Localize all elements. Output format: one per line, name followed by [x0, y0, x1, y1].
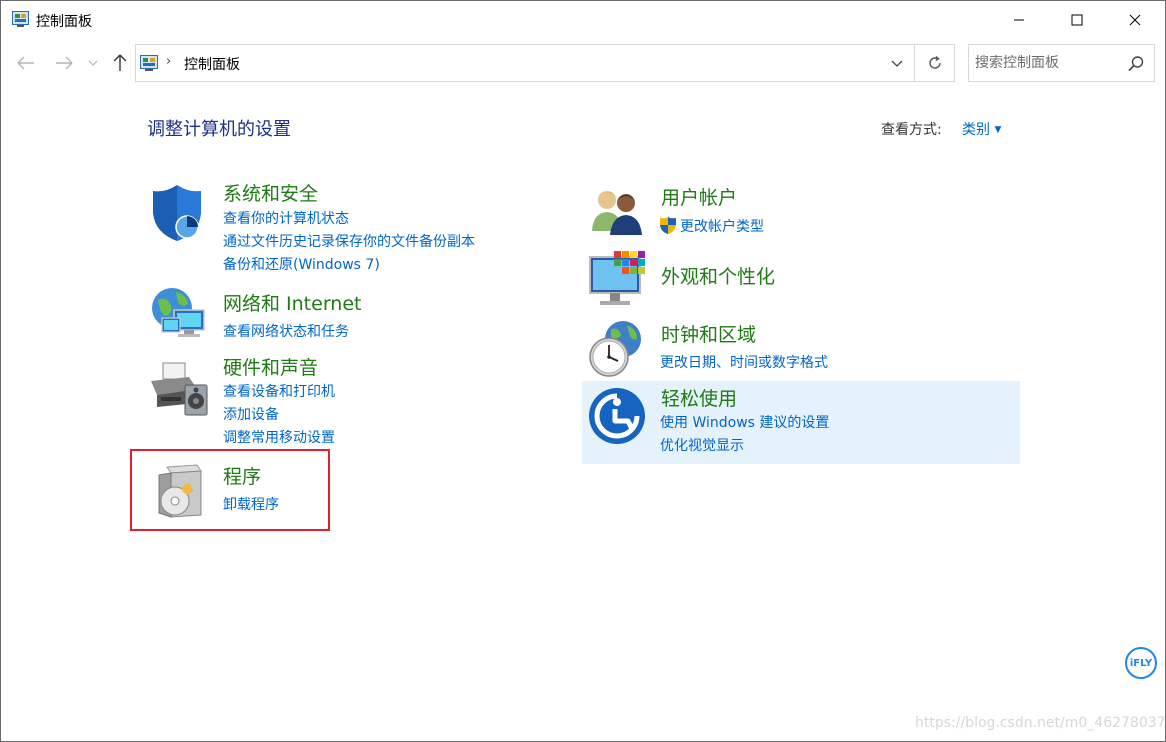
category-ease-of-access[interactable]: 轻松使用: [661, 384, 737, 411]
link-network-status[interactable]: 查看网络状态和任务: [223, 321, 349, 341]
search-box[interactable]: [968, 44, 1155, 82]
control-panel-window: 控制面板 › 控制面板 搜索控制面板 调整计算机的设置 查看方式: 类别 ▼ 系…: [0, 0, 1166, 742]
link-backup-restore[interactable]: 备份和还原(Windows 7): [223, 254, 380, 274]
category-appearance-personalization[interactable]: 外观和个性化: [661, 262, 775, 289]
minimize-icon: [1014, 19, 1024, 21]
category-hardware-sound[interactable]: 硬件和声音: [223, 353, 318, 380]
shield-icon[interactable]: [149, 183, 205, 243]
programs-highlight-box: [130, 449, 330, 531]
link-change-date-time-format[interactable]: 更改日期、时间或数字格式: [660, 352, 828, 372]
watermark-text: https://blog.csdn.net/m0_46278037: [915, 715, 1166, 731]
link-change-account-type[interactable]: 更改帐户类型: [680, 216, 764, 236]
link-view-computer-status[interactable]: 查看你的计算机状态: [223, 208, 349, 228]
close-icon: [1129, 14, 1141, 26]
uac-shield-icon: [660, 216, 676, 234]
chevron-down-icon: [88, 60, 98, 66]
address-dropdown-button[interactable]: [880, 45, 914, 81]
link-recommended-settings[interactable]: 使用 Windows 建议的设置: [660, 412, 829, 432]
search-input[interactable]: [975, 53, 1125, 73]
breadcrumb-separator-icon[interactable]: ›: [166, 54, 171, 69]
refresh-button[interactable]: [915, 45, 955, 81]
close-button[interactable]: [1106, 1, 1164, 39]
category-clock-region[interactable]: 时钟和区域: [661, 320, 756, 347]
title-bar[interactable]: 控制面板: [1, 1, 1165, 39]
printer-speaker-icon[interactable]: [149, 361, 211, 417]
ifly-floating-badge[interactable]: iFLY: [1125, 647, 1157, 679]
refresh-icon: [929, 55, 941, 69]
link-file-history-backup[interactable]: 通过文件历史记录保存你的文件备份副本: [223, 231, 475, 251]
category-network-internet[interactable]: 网络和 Internet: [223, 289, 361, 316]
minimize-button[interactable]: [990, 1, 1048, 39]
breadcrumb-control-panel[interactable]: 控制面板: [184, 54, 240, 74]
link-mobility-settings[interactable]: 调整常用移动设置: [223, 427, 335, 447]
arrow-right-icon: [56, 56, 73, 70]
monitor-palette-icon[interactable]: [588, 251, 650, 309]
view-by-dropdown[interactable]: 类别 ▼: [962, 119, 1001, 139]
view-by-label: 查看方式:: [881, 122, 942, 138]
arrow-up-icon: [113, 54, 127, 71]
link-devices-printers[interactable]: 查看设备和打印机: [223, 381, 335, 401]
chevron-down-icon: [891, 60, 903, 67]
page-title: 调整计算机的设置: [147, 119, 291, 140]
arrow-left-icon: [17, 56, 34, 70]
category-user-accounts[interactable]: 用户帐户: [661, 183, 737, 210]
link-optimize-visual-display[interactable]: 优化视觉显示: [660, 435, 744, 455]
up-button[interactable]: [109, 51, 131, 75]
window-title: 控制面板: [36, 14, 92, 30]
back-button[interactable]: [15, 51, 37, 75]
ease-of-access-icon[interactable]: [588, 387, 646, 445]
forward-button[interactable]: [53, 51, 75, 75]
link-add-device[interactable]: 添加设备: [223, 404, 279, 424]
control-panel-icon: [140, 55, 158, 71]
recent-locations-button[interactable]: [85, 51, 101, 75]
users-icon[interactable]: [590, 187, 644, 235]
search-icon[interactable]: [1127, 55, 1145, 73]
clock-globe-icon[interactable]: [587, 319, 647, 379]
network-globe-icon[interactable]: [148, 286, 212, 342]
category-system-security[interactable]: 系统和安全: [223, 179, 318, 206]
maximize-button[interactable]: [1048, 1, 1106, 39]
maximize-icon: [1071, 14, 1083, 26]
view-by-value: 类别: [962, 122, 990, 138]
control-panel-icon: [12, 11, 29, 27]
address-bar[interactable]: › 控制面板: [135, 44, 955, 82]
caret-down-icon: ▼: [994, 125, 1002, 135]
